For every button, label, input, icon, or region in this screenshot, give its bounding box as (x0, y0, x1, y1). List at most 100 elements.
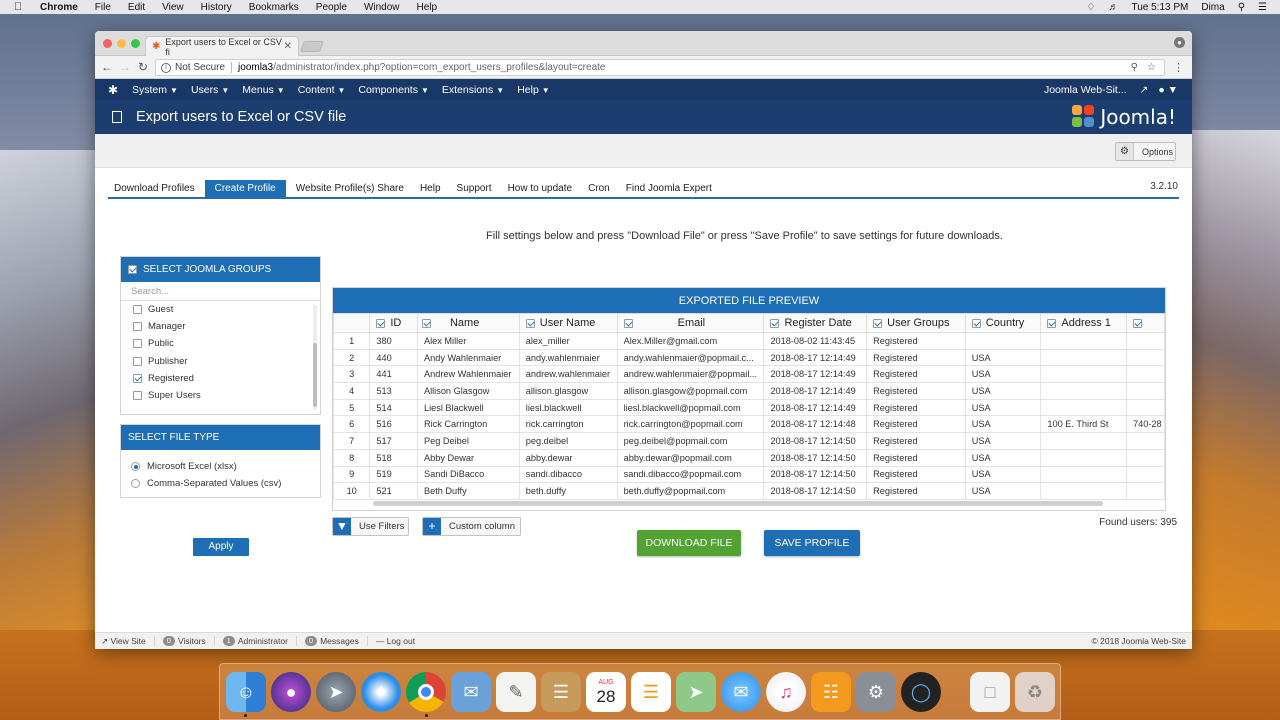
nav-content[interactable]: Content ▼ (298, 84, 346, 96)
address-bar[interactable]: i Not Secure joomla3 /administrator/inde… (155, 59, 1165, 76)
visitors-indicator[interactable]: 0 Visitors (162, 636, 215, 646)
menu-history[interactable]: History (201, 2, 232, 13)
apply-button[interactable]: Apply (193, 538, 249, 556)
column-checkbox[interactable] (873, 318, 883, 328)
groups-panel-header[interactable]: SELECT JOOMLA GROUPS (121, 257, 320, 282)
column-header-name[interactable]: Name (416, 313, 520, 333)
tab-download-profiles[interactable]: Download Profiles (108, 180, 201, 197)
group-item-super-users[interactable]: Super Users (121, 387, 320, 404)
table-row[interactable]: 3 441 Andrew Wahlenmaier andrew.wahlenmaier… (333, 365, 1165, 384)
column-header-user-groups[interactable]: User Groups (866, 313, 966, 333)
nav-extensions[interactable]: Extensions ▼ (442, 84, 504, 96)
group-checkbox[interactable] (133, 356, 142, 366)
column-header-next[interactable] (1125, 313, 1165, 333)
table-row[interactable]: 7 517 Peg Deibel peg.deibel peg.deibel@popma… (333, 432, 1165, 450)
column-header-username[interactable]: User Name (518, 313, 618, 333)
close-tab-icon[interactable]: ✕ (284, 41, 292, 52)
table-row[interactable]: 4 513 Allison Glasgow allison.glasgow alliso… (333, 382, 1165, 400)
administrator-indicator[interactable]: 1 Administrator (222, 636, 297, 646)
group-checkbox[interactable] (133, 305, 142, 315)
logout-link[interactable]: — Log out (376, 636, 423, 646)
options-button[interactable]: ⚙ Options (1115, 142, 1176, 161)
group-checkbox[interactable] (133, 373, 142, 383)
column-checkbox[interactable] (1132, 318, 1142, 328)
quicktime-icon[interactable]: ◯ (901, 672, 941, 712)
document-stack-icon[interactable]: □ (970, 672, 1010, 712)
menu-app-name[interactable]: Chrome (40, 2, 78, 13)
table-row[interactable]: 10 521 Beth Duffy beth.duffy beth.duffy@popm… (333, 482, 1165, 500)
select-all-groups-checkbox[interactable] (128, 265, 137, 274)
menu-people[interactable]: People (316, 2, 347, 13)
column-header-id[interactable]: ID (369, 313, 418, 333)
table-row[interactable]: 2 440 Andy Wahlenmaier andy.wahlenmaier andy… (333, 348, 1165, 367)
ibooks-icon[interactable]: ☷ (811, 672, 851, 712)
forward-icon[interactable]: → (116, 60, 134, 74)
reminders-icon[interactable]: ☰ (631, 672, 671, 712)
tab-find-joomla-expert[interactable]: Find Joomla Expert (620, 180, 718, 197)
browser-tab[interactable]: ✱ Export users to Excel or CSV fi ✕ (145, 36, 299, 57)
joomla-logo-icon[interactable]: ✱ (108, 83, 132, 97)
table-row[interactable]: 6 516 Rick Carrington rick.carrington rick.c… (333, 415, 1165, 434)
menu-bookmarks[interactable]: Bookmarks (249, 2, 299, 13)
menu-edit[interactable]: Edit (128, 2, 145, 13)
nav-users[interactable]: Users ▼ (191, 84, 229, 96)
trash-icon[interactable]: ♻ (1015, 672, 1055, 712)
launchpad-icon[interactable]: ➤ (316, 672, 356, 712)
menu-window[interactable]: Window (364, 2, 400, 13)
groups-search-input[interactable]: Search... (121, 282, 320, 301)
column-header-register-date[interactable]: Register Date (763, 313, 868, 333)
bookmark-star-icon[interactable]: ☆ (1147, 62, 1156, 73)
new-tab-button[interactable] (299, 41, 325, 52)
column-header-email[interactable]: Email (616, 313, 765, 333)
group-item-public[interactable]: Public (121, 335, 320, 352)
profile-icon[interactable]: ● (1174, 37, 1185, 48)
use-filters-button[interactable]: ▼ Use Filters (332, 517, 409, 536)
group-item-guest[interactable]: Guest (121, 301, 320, 318)
menu-file[interactable]: File (95, 2, 111, 13)
table-horizontal-scrollbar[interactable] (373, 501, 1103, 506)
textedit-icon[interactable]: ✎ (496, 672, 536, 712)
group-checkbox[interactable] (133, 391, 142, 401)
chrome-menu-icon[interactable]: ⋮ (1173, 61, 1184, 74)
siri-icon[interactable]: ● (271, 672, 311, 712)
tab-create-profile[interactable]: Create Profile (204, 180, 286, 197)
nav-menus[interactable]: Menus ▼ (242, 84, 284, 96)
close-window-button[interactable] (103, 39, 112, 48)
spotlight-icon[interactable]: ⚲ (1238, 2, 1245, 13)
notes-icon[interactable]: ☰ (541, 672, 581, 712)
nav-system[interactable]: System ▼ (132, 84, 178, 96)
maps-icon[interactable]: ➤ (676, 672, 716, 712)
messages-icon[interactable]: ✉ (721, 672, 761, 712)
save-profile-button[interactable]: SAVE PROFILE (764, 530, 860, 556)
radio-button[interactable] (131, 462, 140, 471)
calendar-icon[interactable]: AUG 28 (586, 672, 626, 712)
radio-button[interactable] (131, 479, 140, 488)
chrome-icon[interactable] (406, 672, 446, 712)
table-row[interactable]: 1 380 Alex Miller alex_miller Alex.Miller@gm… (333, 332, 1165, 350)
tab-how-to-update[interactable]: How to update (502, 180, 579, 197)
reload-icon[interactable]: ↻ (134, 60, 152, 74)
info-icon[interactable]: i (161, 62, 171, 73)
clock[interactable]: Tue 5:13 PM (1131, 2, 1188, 13)
column-checkbox[interactable] (421, 318, 431, 328)
zoom-icon[interactable]: ⚲ (1131, 62, 1138, 73)
filetype-option-csv[interactable]: Comma-Separated Values (csv) (121, 475, 320, 492)
groups-scrollbar[interactable] (313, 305, 317, 410)
itunes-icon[interactable]: ♫ (766, 672, 806, 712)
maximize-window-button[interactable] (131, 39, 140, 48)
group-checkbox[interactable] (133, 322, 142, 332)
group-checkbox[interactable] (133, 339, 142, 349)
group-item-manager[interactable]: Manager (121, 318, 320, 335)
mail-icon[interactable]: ✉ (451, 672, 491, 712)
nav-help[interactable]: Help ▼ (517, 84, 550, 96)
column-header-country[interactable]: Country (964, 313, 1042, 333)
notification-center-icon[interactable]: ☰ (1258, 2, 1267, 13)
wifi-icon[interactable]: ♢ (1087, 2, 1096, 13)
column-checkbox[interactable] (525, 318, 535, 328)
column-header-address-1[interactable]: Address 1 (1040, 313, 1127, 333)
table-row[interactable]: 5 514 Liesl Blackwell liesl.blackwell liesl.… (333, 398, 1165, 417)
table-row[interactable]: 8 518 Abby Dewar abby.dewar abby.dewar@popma… (333, 448, 1165, 467)
volume-icon[interactable]: ♬ (1108, 2, 1118, 13)
table-row[interactable]: 9 519 Sandi DiBacco sandi.dibacco sandi.diba… (333, 465, 1165, 484)
menu-help[interactable]: Help (417, 2, 438, 13)
